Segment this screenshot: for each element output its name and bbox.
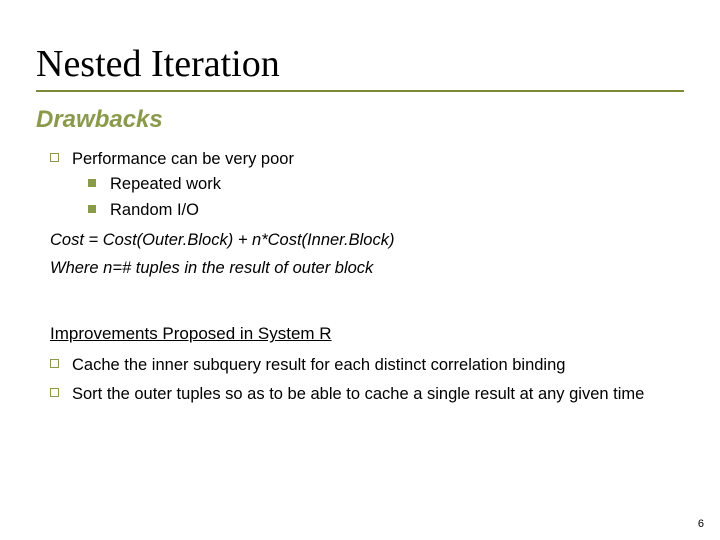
spacer — [36, 279, 684, 323]
bullet-sort-outer: Sort the outer tuples so as to be able t… — [36, 383, 684, 405]
bullet-cache-inner: Cache the inner subquery result for each… — [36, 354, 684, 376]
improvements-heading: Improvements Proposed in System R — [36, 323, 684, 346]
bullet-text: Performance can be very poor — [72, 148, 684, 170]
slide: Nested Iteration Drawbacks Performance c… — [0, 0, 720, 540]
content-area: Performance can be very poor Repeated wo… — [36, 148, 684, 405]
bullet-open-icon — [50, 148, 72, 162]
subbullet-repeated: Repeated work — [36, 173, 684, 195]
subheading-drawbacks: Drawbacks — [36, 106, 684, 134]
bullet-text: Sort the outer tuples so as to be able t… — [72, 383, 684, 405]
bullet-solid-icon — [88, 199, 110, 213]
bullet-text: Random I/O — [110, 199, 684, 221]
cost-formula: Cost = Cost(Outer.Block) + n*Cost(Inner.… — [36, 229, 684, 251]
bullet-open-icon — [50, 354, 72, 368]
subbullet-random-io: Random I/O — [36, 199, 684, 221]
bullet-open-icon — [50, 383, 72, 397]
slide-title: Nested Iteration — [36, 42, 684, 90]
title-underline — [36, 90, 684, 92]
bullet-performance: Performance can be very poor — [36, 148, 684, 170]
bullet-text: Repeated work — [110, 173, 684, 195]
bullet-solid-icon — [88, 173, 110, 187]
page-number: 6 — [698, 518, 704, 530]
formula-note: Where n=# tuples in the result of outer … — [36, 257, 684, 279]
bullet-text: Cache the inner subquery result for each… — [72, 354, 684, 376]
